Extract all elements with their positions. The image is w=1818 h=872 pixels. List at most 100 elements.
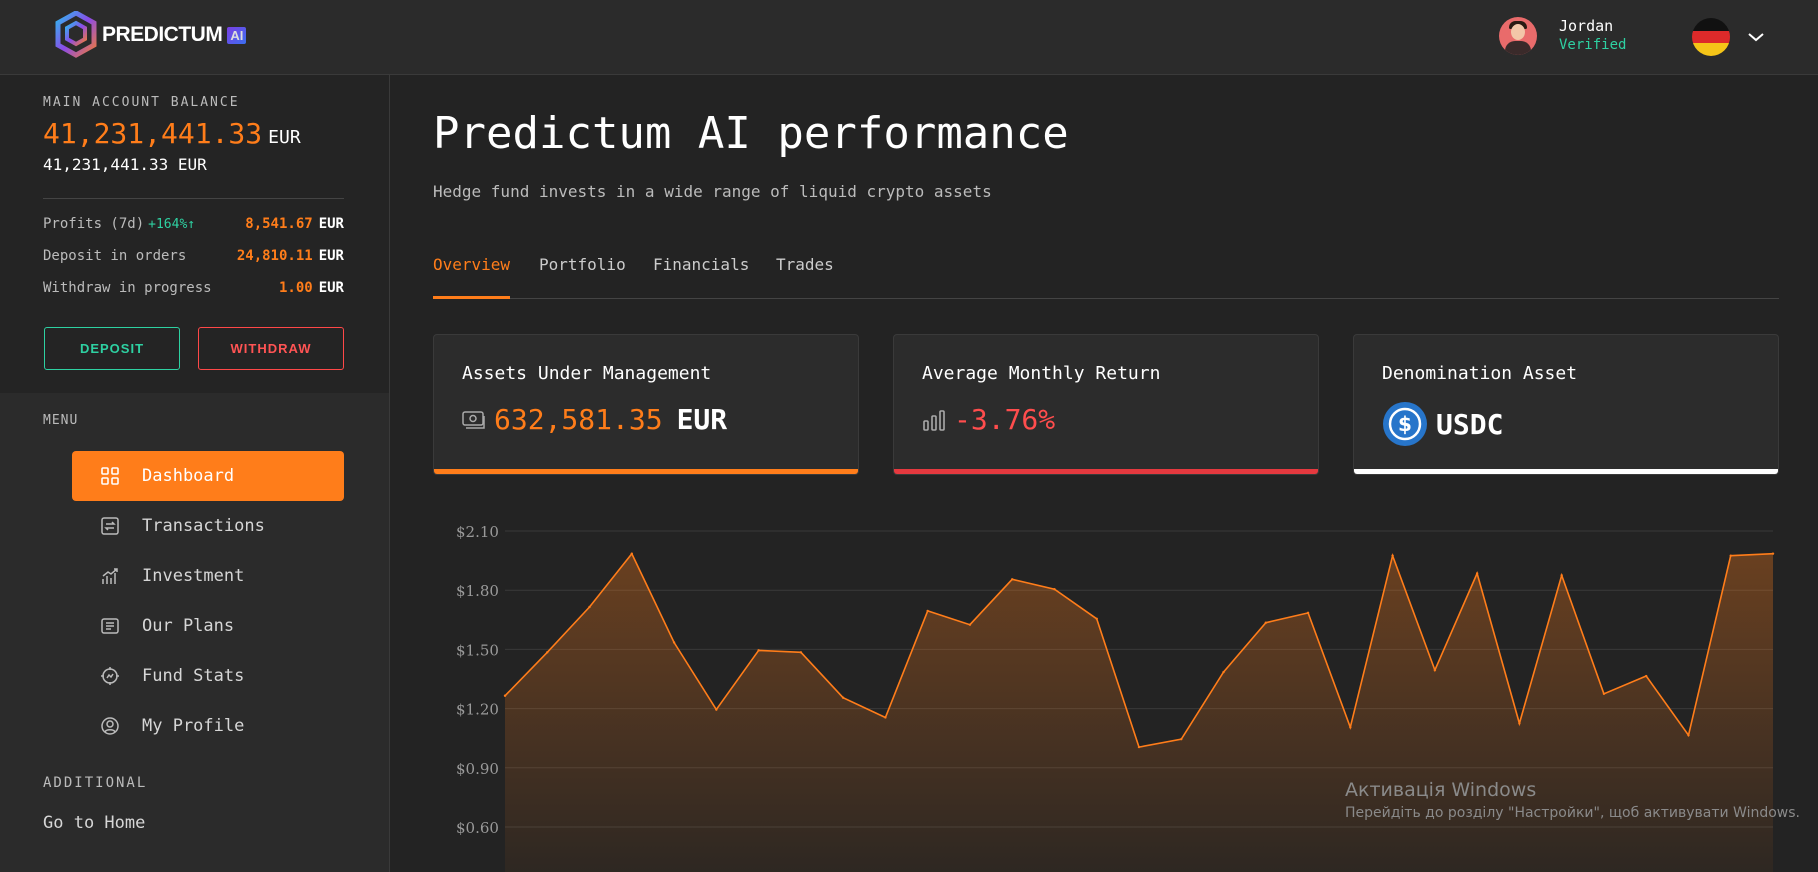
balance-currency: EUR	[268, 127, 301, 148]
y-tick-label: $1.50	[456, 641, 499, 659]
data-point[interactable]	[630, 552, 633, 555]
stat-label: Deposit in orders	[43, 248, 187, 264]
sidebar-item-label: Fund Stats	[142, 666, 245, 686]
sidebar-item-my-profile[interactable]: My Profile	[72, 701, 344, 751]
stat-value: 8,541.67	[245, 216, 313, 232]
data-point[interactable]	[503, 694, 507, 697]
balance-amount: 41,231,441.33	[43, 117, 263, 150]
card-accent-bar	[894, 469, 1318, 474]
data-point[interactable]	[715, 708, 718, 711]
bar-chart-icon	[922, 408, 946, 432]
data-point[interactable]	[1433, 668, 1437, 672]
card-value: USDC	[1436, 407, 1504, 441]
tab-bar: Overview Portfolio Financials Trades	[433, 255, 1779, 299]
divider	[43, 198, 344, 199]
data-point[interactable]	[926, 609, 929, 613]
sidebar-item-label: Our Plans	[142, 616, 235, 636]
data-point[interactable]	[884, 716, 887, 719]
data-point[interactable]	[1771, 552, 1775, 555]
card-value: -3.76%	[954, 403, 1056, 436]
top-bar: PREDICTUM AI Jordan Verified	[0, 0, 1818, 75]
money-icon	[462, 409, 486, 431]
transactions-icon	[100, 516, 120, 536]
data-point[interactable]	[1687, 734, 1690, 737]
sidebar-item-label: Investment	[142, 566, 245, 586]
data-point[interactable]	[1349, 726, 1352, 729]
y-tick-label: $1.20	[456, 701, 499, 719]
sidebar-item-label: Dashboard	[142, 466, 235, 486]
data-point[interactable]	[799, 651, 803, 654]
plans-icon	[100, 616, 120, 636]
data-point[interactable]	[1095, 617, 1098, 620]
data-point[interactable]	[1602, 692, 1606, 695]
sidebar-item-label: Transactions	[142, 516, 265, 536]
card-title: Average Monthly Return	[922, 363, 1161, 384]
data-point[interactable]	[1011, 578, 1014, 581]
card-unit: EUR	[676, 403, 728, 436]
deposit-button[interactable]: DEPOSIT	[44, 327, 180, 370]
data-point[interactable]	[672, 641, 676, 644]
user-menu[interactable]: Jordan Verified	[1499, 17, 1626, 55]
page-subtitle: Hedge fund invests in a wide range of li…	[433, 182, 992, 201]
stat-currency: EUR	[318, 216, 344, 232]
sidebar-item-our-plans[interactable]: Our Plans	[72, 601, 344, 651]
data-point[interactable]	[1180, 737, 1183, 741]
stat-withdraw-progress: Withdraw in progress 1.00 EUR	[43, 280, 344, 296]
data-point[interactable]	[968, 623, 972, 626]
withdraw-button[interactable]: WITHDRAW	[198, 327, 344, 370]
go-to-home-link[interactable]: Go to Home	[43, 813, 145, 833]
data-point[interactable]	[546, 651, 549, 654]
stat-currency: EUR	[318, 280, 344, 296]
card-title: Assets Under Management	[462, 363, 712, 384]
card-average-monthly-return: Average Monthly Return -3.76%	[893, 334, 1319, 475]
y-tick-label: $1.80	[456, 582, 499, 600]
profile-icon	[100, 716, 120, 736]
tab-overview[interactable]: Overview	[433, 255, 511, 299]
data-point[interactable]	[1264, 621, 1267, 624]
data-point[interactable]	[1560, 574, 1563, 577]
data-point[interactable]	[841, 696, 845, 699]
card-denomination-asset: Denomination Asset $ USDC	[1353, 334, 1779, 475]
data-point[interactable]	[757, 649, 760, 652]
language-flag-icon[interactable]	[1692, 18, 1730, 56]
tab-financials[interactable]: Financials	[653, 255, 749, 299]
data-point[interactable]	[1053, 588, 1056, 591]
stat-percent: +164%↑	[148, 217, 196, 232]
card-accent-bar	[1354, 469, 1778, 474]
balance-panel: MAIN ACCOUNT BALANCE 41,231,441.33 EUR 41…	[0, 75, 389, 393]
sidebar-item-investment[interactable]: Investment	[72, 551, 344, 601]
data-point[interactable]	[1391, 554, 1394, 557]
stat-label: Profits (7d)	[43, 216, 145, 232]
sidebar-item-transactions[interactable]: Transactions	[72, 501, 344, 551]
data-point[interactable]	[1306, 611, 1310, 615]
data-point[interactable]	[588, 605, 591, 609]
data-point[interactable]	[1475, 572, 1479, 575]
card-assets-under-management: Assets Under Management 632,581.35 EUR	[433, 334, 859, 475]
chevron-down-icon[interactable]	[1746, 27, 1766, 47]
sidebar-item-fund-stats[interactable]: Fund Stats	[72, 651, 344, 701]
grid-icon	[100, 466, 120, 486]
logo-icon	[55, 11, 97, 58]
balance-label: MAIN ACCOUNT BALANCE	[43, 95, 240, 110]
gear-chart-icon	[100, 666, 120, 686]
stat-value: 24,810.11	[236, 248, 313, 264]
data-point[interactable]	[1222, 670, 1225, 674]
watermark-title: Активація Windows	[1345, 779, 1537, 801]
additional-heading: ADDITIONAL	[43, 775, 148, 791]
card-title: Denomination Asset	[1382, 363, 1578, 384]
brand-name: PREDICTUM	[102, 23, 223, 46]
stat-label: Withdraw in progress	[43, 280, 212, 296]
y-tick-label: $0.60	[456, 819, 499, 837]
brand-logo[interactable]: PREDICTUM AI	[54, 11, 247, 59]
data-point[interactable]	[1518, 722, 1521, 725]
user-status: Verified	[1559, 37, 1627, 53]
tab-trades[interactable]: Trades	[776, 255, 834, 299]
avatar[interactable]	[1499, 17, 1537, 55]
stat-value: 1.00	[278, 280, 313, 296]
data-point[interactable]	[1729, 554, 1732, 557]
tab-portfolio[interactable]: Portfolio	[539, 255, 626, 299]
data-point[interactable]	[1137, 745, 1141, 749]
data-point[interactable]	[1645, 674, 1648, 678]
balance-secondary: 41,231,441.33 EUR	[43, 155, 207, 174]
sidebar-item-dashboard[interactable]: Dashboard	[72, 451, 344, 501]
